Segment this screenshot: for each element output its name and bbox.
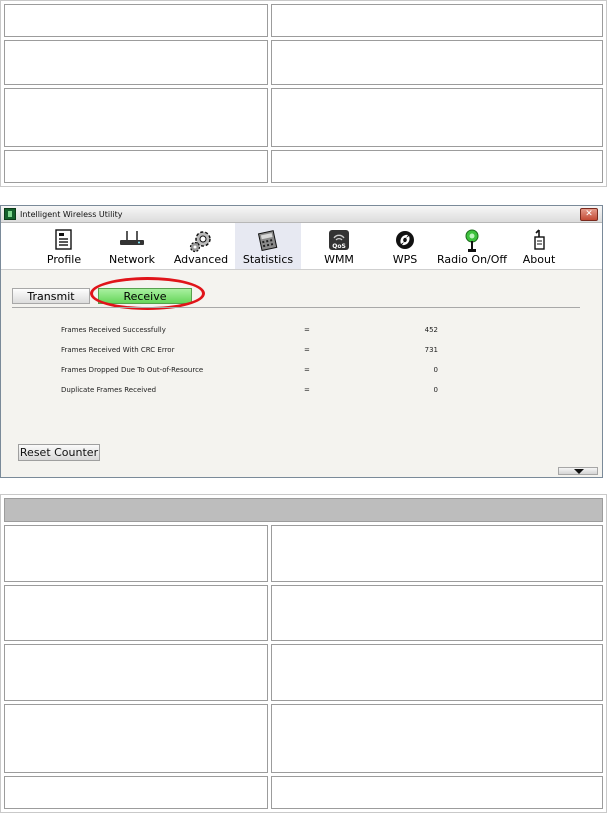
table-cell (4, 584, 268, 642)
top-table (0, 0, 607, 187)
toolbar-label: WPS (392, 253, 418, 266)
toolbar: Profile Network Advanced Statistics QoS … (1, 223, 602, 270)
stat-row: Frames Received With CRC Error = 731 (61, 346, 441, 366)
stat-row: Frames Received Successfully = 452 (61, 326, 441, 346)
table-cell (271, 39, 603, 86)
receive-stats: Frames Received Successfully = 452 Frame… (61, 326, 441, 406)
stat-value: 0 (433, 386, 438, 394)
stat-value: 0 (433, 366, 438, 374)
toolbar-item-about[interactable]: About (519, 223, 559, 269)
toolbar-item-profile[interactable]: Profile (41, 223, 87, 269)
table-cell (4, 88, 268, 148)
toolbar-item-radio[interactable]: Radio On/Off (435, 223, 509, 269)
stat-label: Frames Received With CRC Error (61, 346, 175, 354)
wmm-icon: QoS (329, 230, 349, 250)
toolbar-label: Statistics (242, 253, 294, 266)
table-cell (271, 644, 603, 701)
table-header (4, 498, 603, 522)
stat-label: Frames Received Successfully (61, 326, 166, 334)
network-icon (120, 231, 144, 245)
table-cell (271, 88, 603, 148)
table-cell (271, 584, 603, 642)
stat-row: Frames Dropped Due To Out-of-Resource = … (61, 366, 441, 386)
highlight-circle (90, 277, 205, 310)
stat-equals: = (304, 386, 310, 394)
stat-label: Frames Dropped Due To Out-of-Resource (61, 366, 204, 374)
table-cell (4, 524, 268, 582)
table-cell (4, 4, 268, 37)
svg-text:QoS: QoS (332, 243, 346, 250)
stat-value: 731 (424, 346, 438, 354)
stat-equals: = (304, 326, 310, 334)
toolbar-label: Advanced (173, 253, 229, 266)
table-cell (4, 776, 268, 809)
table-cell (271, 703, 603, 774)
toolbar-label: About (522, 253, 556, 266)
table-cell (4, 39, 268, 86)
stat-equals: = (304, 346, 310, 354)
table-cell (271, 150, 603, 183)
table-cell (4, 150, 268, 183)
toolbar-label: WMM (324, 253, 354, 266)
app-icon (4, 208, 16, 220)
profile-icon (55, 229, 72, 250)
window-title: Intelligent Wireless Utility (20, 209, 123, 219)
toolbar-label: Profile (46, 253, 82, 266)
scroll-down-button[interactable] (558, 467, 598, 475)
divider (12, 307, 580, 308)
toolbar-item-wps[interactable]: WPS (385, 223, 425, 269)
stat-label: Duplicate Frames Received (61, 386, 157, 394)
about-icon (534, 229, 545, 250)
table-cell (271, 524, 603, 582)
statistics-icon (257, 230, 278, 251)
advanced-icon (189, 231, 211, 253)
toolbar-item-network[interactable]: Network (105, 223, 159, 269)
stat-row: Duplicate Frames Received = 0 (61, 386, 441, 406)
close-button[interactable]: ✕ (580, 208, 598, 221)
title-bar[interactable]: Intelligent Wireless Utility ✕ (1, 206, 602, 223)
utility-window: Intelligent Wireless Utility ✕ Profile N… (0, 205, 603, 478)
table-cell (4, 703, 268, 774)
toolbar-item-wmm[interactable]: QoS WMM (319, 223, 359, 269)
toolbar-item-statistics[interactable]: Statistics (235, 223, 301, 269)
table-cell (271, 776, 603, 809)
stat-equals: = (304, 366, 310, 374)
toolbar-label: Network (109, 253, 155, 266)
toolbar-item-advanced[interactable]: Advanced (173, 223, 229, 269)
table-cell (271, 4, 603, 37)
radio-icon (465, 229, 479, 252)
tab-transmit[interactable]: Transmit (12, 288, 90, 304)
reset-counter-button[interactable]: Reset Counter (18, 444, 100, 461)
toolbar-label: Radio On/Off (437, 253, 507, 266)
bottom-table (0, 494, 607, 813)
table-cell (4, 644, 268, 701)
wps-icon (396, 231, 414, 249)
stat-value: 452 (424, 326, 438, 334)
